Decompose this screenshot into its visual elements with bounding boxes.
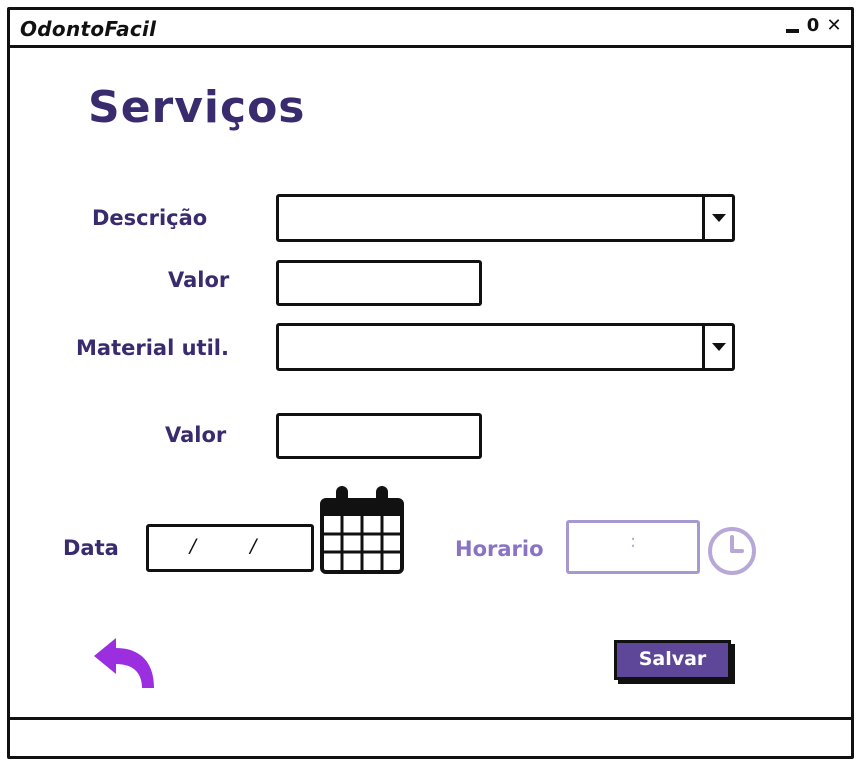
status-bar: [7, 717, 854, 759]
maximize-button[interactable]: 0: [804, 15, 822, 37]
descricao-label: Descrição: [92, 206, 208, 230]
horario-label: Horario: [455, 537, 544, 561]
close-button[interactable]: ✕: [825, 15, 843, 37]
title-bar: OdontoFacil 0 ✕: [10, 10, 851, 48]
app-title: OdontoFacil: [20, 17, 157, 41]
date-value: / /: [189, 535, 281, 557]
material-select[interactable]: [276, 323, 735, 371]
time-input[interactable]: :: [566, 520, 700, 574]
descricao-select[interactable]: [276, 194, 735, 242]
date-input[interactable]: / /: [146, 524, 314, 572]
valor-material-input[interactable]: [276, 413, 482, 459]
valor-material-label: Valor: [165, 423, 227, 447]
clock-icon[interactable]: [706, 526, 758, 578]
time-value: :: [629, 531, 637, 552]
chevron-down-icon[interactable]: [702, 197, 732, 239]
window-controls: 0 ✕: [783, 15, 843, 37]
material-label: Material util.: [76, 336, 229, 360]
valor-input[interactable]: [276, 260, 482, 306]
minimize-icon: [785, 29, 799, 33]
back-arrow-icon[interactable]: [92, 636, 158, 692]
minimize-button[interactable]: [783, 15, 801, 37]
calendar-icon[interactable]: [318, 484, 406, 576]
page-title: Serviços: [88, 82, 306, 133]
chevron-down-icon[interactable]: [702, 326, 732, 368]
valor-label: Valor: [168, 268, 230, 292]
save-button[interactable]: Salvar: [614, 640, 731, 680]
data-label: Data: [63, 536, 119, 560]
